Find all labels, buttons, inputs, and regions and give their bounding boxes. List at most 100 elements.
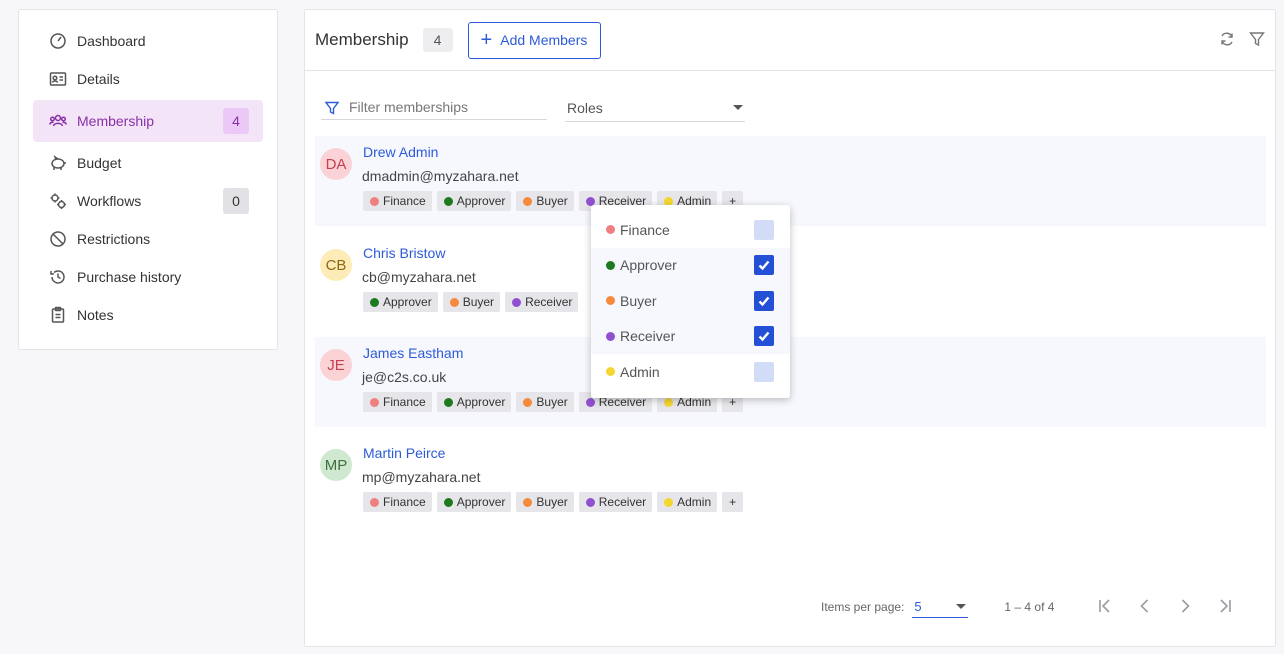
filter-icon[interactable]	[1249, 31, 1265, 50]
role-tag-label: Receiver	[598, 495, 647, 509]
filter-memberships-field	[321, 94, 547, 120]
roles-select-label: Roles	[567, 99, 603, 116]
role-option-receiver[interactable]: Receiver	[591, 318, 790, 354]
role-dot	[370, 196, 379, 206]
member-email: cb@myzahara.net	[362, 269, 476, 285]
gears-icon	[49, 192, 67, 210]
checkmark-icon	[758, 260, 770, 271]
roles-select[interactable]: Roles	[565, 94, 745, 122]
role-tag-receiver: Receiver	[578, 492, 653, 512]
last-page-icon[interactable]	[1216, 597, 1234, 618]
role-tag-label: Finance	[383, 194, 426, 208]
header-actions	[1219, 31, 1265, 50]
filter-memberships-input[interactable]	[349, 98, 539, 115]
avatar: CB	[320, 249, 352, 281]
role-checkbox[interactable]	[754, 361, 774, 382]
role-option-admin[interactable]: Admin	[591, 354, 790, 390]
role-tag-label: Receiver	[525, 295, 573, 309]
role-tag-label: Finance	[383, 395, 426, 409]
role-tag-buyer: Buyer	[516, 392, 574, 412]
role-option-label: Receiver	[620, 328, 676, 345]
first-page-icon[interactable]	[1096, 597, 1114, 618]
role-dot	[449, 297, 459, 307]
role-tag-approver: Approver	[436, 492, 512, 512]
role-dot	[443, 497, 453, 507]
role-dot	[606, 331, 615, 341]
member-name-link[interactable]: Chris Bristow	[363, 245, 445, 261]
role-option-approver[interactable]: Approver	[591, 247, 790, 283]
role-tags: Finance Approver Buyer Receiver Admin +	[363, 492, 744, 512]
items-per-page-value: 5	[914, 599, 922, 614]
member-row[interactable]: JE James Eastham je@c2s.co.uk Finance Approv…	[315, 337, 1266, 427]
role-option-finance[interactable]: Finance	[591, 212, 790, 248]
sidebar-item-label: Membership	[77, 113, 155, 129]
role-tag-label: Buyer	[536, 194, 568, 208]
role-tag-approver: Approver	[436, 191, 512, 211]
role-option-buyer[interactable]: Buyer	[591, 283, 790, 319]
role-tag-finance: Finance	[363, 492, 432, 512]
avatar: MP	[320, 449, 352, 481]
member-row[interactable]: DA Drew Admin dmadmin@myzahara.net Finance A…	[315, 136, 1266, 226]
role-dot	[523, 397, 533, 407]
role-checkbox[interactable]	[754, 219, 774, 240]
filters-bar: Roles	[321, 94, 745, 122]
prohibited-icon	[49, 230, 67, 248]
sidebar-item-label: Workflows	[77, 193, 142, 209]
sidebar: Dashboard Details Membership 4 Budget Wo…	[18, 9, 278, 350]
role-dot	[585, 497, 595, 507]
member-name-link[interactable]: James Eastham	[363, 345, 463, 361]
member-name-link[interactable]: Martin Peirce	[363, 445, 445, 461]
sidebar-item-restrictions[interactable]: Restrictions	[33, 220, 263, 258]
role-checkbox[interactable]	[754, 290, 774, 311]
role-dot	[606, 296, 615, 306]
avatar: DA	[320, 148, 352, 180]
sidebar-item-notes[interactable]: Notes	[33, 296, 263, 334]
sidebar-item-label: Notes	[77, 307, 114, 323]
role-checkbox[interactable]	[754, 326, 774, 347]
role-dot	[370, 297, 379, 307]
member-email: mp@myzahara.net	[362, 469, 481, 485]
dashboard-icon	[49, 32, 67, 50]
sidebar-item-dashboard[interactable]: Dashboard	[33, 22, 263, 60]
sidebar-item-label: Restrictions	[77, 231, 151, 247]
add-role-button[interactable]: +	[722, 492, 744, 512]
items-per-page-select[interactable]: 5	[912, 596, 969, 618]
role-tag-label: Finance	[383, 495, 426, 509]
role-option-label: Approver	[620, 257, 677, 274]
next-page-icon[interactable]	[1176, 597, 1194, 618]
role-tag-label: Buyer	[536, 495, 568, 509]
chevron-down-icon	[733, 105, 743, 110]
sidebar-item-purchase-history[interactable]: Purchase history	[33, 258, 263, 296]
plus-icon: +	[480, 29, 493, 51]
role-option-label: Buyer	[620, 292, 657, 309]
role-tag-label: Approver	[383, 295, 432, 309]
role-tag-approver: Approver	[363, 292, 438, 312]
member-email: dmadmin@myzahara.net	[362, 168, 519, 184]
role-tag-label: Approver	[456, 395, 506, 409]
role-dot	[606, 225, 615, 235]
sidebar-item-budget[interactable]: Budget	[33, 144, 263, 182]
sidebar-item-membership[interactable]: Membership 4	[33, 100, 263, 142]
add-members-button[interactable]: + Add Members	[467, 21, 602, 59]
role-tag-approver: Approver	[436, 392, 512, 412]
previous-page-icon[interactable]	[1136, 597, 1154, 618]
member-row[interactable]: MP Martin Peirce mp@myzahara.net Finance App…	[315, 437, 1266, 527]
role-tags: Approver Buyer Receiver	[363, 292, 579, 312]
sidebar-item-label: Purchase history	[77, 269, 182, 285]
paginator: Items per page: 5 1 – 4 of 4	[821, 596, 1234, 618]
role-dot	[443, 196, 453, 206]
member-row[interactable]: CB Chris Bristow cb@myzahara.net Approver Bu…	[315, 237, 1266, 327]
role-tag-buyer: Buyer	[516, 492, 574, 512]
page-buttons	[1096, 597, 1234, 618]
role-checkbox[interactable]	[754, 255, 774, 276]
role-dot	[512, 297, 522, 307]
sidebar-item-details[interactable]: Details	[33, 60, 263, 98]
role-dot	[606, 260, 615, 270]
checkmark-icon	[758, 331, 770, 342]
checkmark-icon	[758, 296, 770, 307]
history-icon	[49, 268, 67, 286]
sidebar-item-workflows[interactable]: Workflows 0	[33, 182, 263, 220]
refresh-icon[interactable]	[1219, 31, 1235, 50]
role-tag-finance: Finance	[363, 191, 432, 211]
member-name-link[interactable]: Drew Admin	[363, 144, 438, 160]
